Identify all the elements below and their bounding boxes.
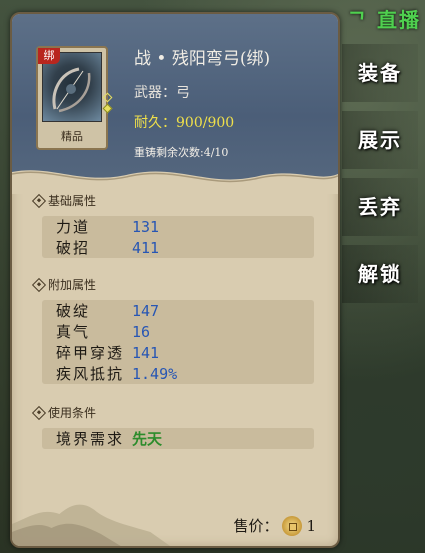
requirement-attributes: 境界需求 先天 <box>42 428 314 449</box>
item-quality: 精品 <box>61 130 83 143</box>
durability-current: 900 <box>176 115 203 131</box>
durability-max: /900 <box>202 115 235 131</box>
item-price: 售价： 1 <box>233 515 316 536</box>
attr-row: 破招 411 <box>56 238 160 258</box>
quality-gem-icon <box>102 103 113 114</box>
item-tooltip-panel: 绑 精品 战 • 残阳弯弓(绑) 武器：弓 耐久：900/900 重铸剩余次数:… <box>10 12 340 548</box>
section-basic-title: 基础属性 <box>31 192 96 209</box>
attr-row: 破绽 147 <box>56 301 160 321</box>
attr-row: 碎甲穿透 141 <box>56 343 160 363</box>
attr-row: 真气 16 <box>56 322 151 342</box>
item-name: 战 • 残阳弯弓(绑) <box>134 49 271 69</box>
equip-button[interactable]: 装备 <box>342 44 418 102</box>
item-icon-frame[interactable]: 绑 精品 <box>36 46 113 150</box>
section-diamond-icon <box>31 405 47 420</box>
attr-row: 疾风抵抗 1.49% <box>56 364 178 384</box>
action-buttons: 装备 展示 丢弃 解锁 <box>342 44 418 312</box>
section-diamond-icon <box>31 193 47 208</box>
quality-gem-icon <box>102 92 113 103</box>
header-wave-decoration <box>12 170 338 194</box>
attr-row: 境界需求 先天 <box>56 430 163 448</box>
unlock-button[interactable]: 解锁 <box>342 245 418 303</box>
section-requirement-title: 使用条件 <box>31 404 96 421</box>
section-diamond-icon <box>31 277 47 292</box>
quality-gems <box>102 92 113 116</box>
bound-tag: 绑 <box>38 48 60 64</box>
show-button[interactable]: 展示 <box>342 111 418 169</box>
coin-icon <box>282 515 303 536</box>
discard-button[interactable]: 丢弃 <box>342 178 418 236</box>
item-type: 武器：弓 <box>134 85 190 101</box>
section-extra-title: 附加属性 <box>31 276 96 293</box>
basic-attributes: 力道 131 破招 411 <box>42 216 314 258</box>
background-banner-text: ᄀ 直播 <box>347 8 421 32</box>
price-value: 1 <box>306 516 316 535</box>
item-durability: 耐久：900/900 <box>134 112 234 132</box>
durability-label: 耐久： <box>134 115 176 131</box>
recast-count: 重铸剩余次数:4/10 <box>134 146 229 159</box>
attr-row: 力道 131 <box>56 217 160 237</box>
price-label: 售价： <box>233 517 279 535</box>
extra-attributes: 破绽 147 真气 16 碎甲穿透 141 疾风抵抗 1.49% <box>42 300 314 384</box>
